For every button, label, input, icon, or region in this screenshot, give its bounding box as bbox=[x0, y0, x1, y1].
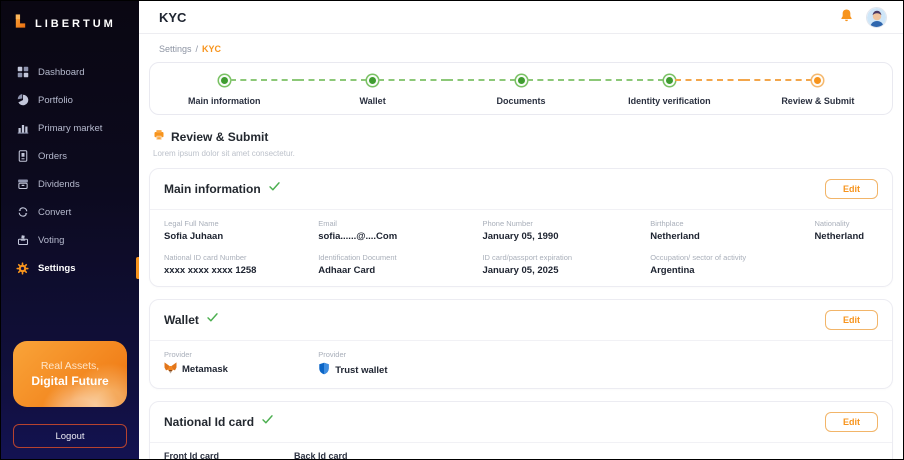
step-dot-done bbox=[369, 77, 376, 84]
step-label: Wallet bbox=[360, 96, 386, 106]
sidebar-item-label: Portfolio bbox=[38, 95, 73, 106]
edit-main-information-button[interactable]: Edit bbox=[825, 179, 878, 199]
sidebar-item-portfolio[interactable]: Portfolio bbox=[1, 86, 139, 114]
kyc-app-window: LIBERTUM Dashboard Portfolio Primary mar… bbox=[0, 0, 904, 460]
sidebar-item-orders[interactable]: Orders bbox=[1, 142, 139, 170]
portfolio-icon bbox=[16, 94, 29, 107]
wallet-card: Wallet Edit Provider Metamask Provider bbox=[149, 299, 893, 389]
step-dot-current bbox=[814, 77, 821, 84]
breadcrumb-separator: / bbox=[196, 44, 199, 54]
sidebar-item-settings[interactable]: Settings bbox=[1, 254, 139, 282]
step-identity-verification[interactable]: Identity verification bbox=[595, 73, 743, 106]
promo-line2: Digital Future bbox=[31, 374, 108, 388]
logo-text: LIBERTUM bbox=[35, 18, 116, 30]
step-wallet[interactable]: Wallet bbox=[298, 73, 446, 106]
step-main-information[interactable]: Main information bbox=[150, 73, 298, 106]
dividends-icon bbox=[16, 178, 29, 191]
content-area: Main information Wallet Documents Identi… bbox=[139, 62, 903, 460]
card-title: Wallet bbox=[164, 313, 199, 327]
step-label: Identity verification bbox=[628, 96, 711, 106]
sidebar-item-convert[interactable]: Convert bbox=[1, 198, 139, 226]
review-submit-icon bbox=[153, 128, 165, 146]
settings-icon bbox=[16, 262, 29, 275]
section-title: Review & Submit bbox=[171, 130, 268, 144]
sidebar-item-voting[interactable]: Voting bbox=[1, 226, 139, 254]
voting-icon bbox=[16, 234, 29, 247]
kyc-stepper: Main information Wallet Documents Identi… bbox=[149, 62, 893, 115]
check-icon bbox=[206, 311, 219, 329]
field-id-expiration: ID card/passport expiration January 05, … bbox=[482, 253, 650, 276]
breadcrumb-current: KYC bbox=[202, 44, 221, 54]
sidebar-item-label: Convert bbox=[38, 207, 71, 218]
section-subtitle: Lorem ipsum dolor sit amet consectetur. bbox=[153, 149, 889, 158]
sidebar-item-label: Settings bbox=[38, 263, 75, 274]
convert-icon bbox=[16, 206, 29, 219]
card-title: Main information bbox=[164, 182, 261, 196]
metamask-icon bbox=[164, 362, 177, 377]
step-dot-done bbox=[666, 77, 673, 84]
sidebar-item-dividends[interactable]: Dividends bbox=[1, 170, 139, 198]
user-avatar[interactable] bbox=[866, 7, 887, 28]
dashboard-icon bbox=[16, 66, 29, 79]
edit-national-id-button[interactable]: Edit bbox=[825, 412, 878, 432]
step-label: Documents bbox=[497, 96, 546, 106]
sidebar-item-label: Dividends bbox=[38, 179, 80, 190]
step-label: Main information bbox=[188, 96, 261, 106]
orders-icon bbox=[16, 150, 29, 163]
field-phone-number: Phone Number January 05, 1990 bbox=[482, 219, 650, 242]
field-provider-metamask: Provider Metamask bbox=[164, 350, 318, 378]
field-occupation: Occupation/ sector of activity Argentina bbox=[650, 253, 814, 276]
front-id-label: Front Id card bbox=[164, 451, 294, 460]
main-panel: KYC Settings / KYC Main information bbox=[139, 1, 903, 459]
sidebar-item-label: Primary market bbox=[38, 123, 102, 134]
notifications-bell-button[interactable] bbox=[839, 8, 854, 26]
field-nationality: Nationality Netherland bbox=[814, 219, 878, 242]
edit-wallet-button[interactable]: Edit bbox=[825, 310, 878, 330]
sidebar-item-label: Dashboard bbox=[38, 67, 84, 78]
promo-banner: Real Assets, Digital Future bbox=[13, 341, 127, 407]
breadcrumb: Settings / KYC bbox=[139, 34, 903, 62]
step-label: Review & Submit bbox=[781, 96, 854, 106]
topbar: KYC bbox=[139, 1, 903, 34]
sidebar: LIBERTUM Dashboard Portfolio Primary mar… bbox=[1, 1, 139, 459]
step-documents[interactable]: Documents bbox=[447, 73, 595, 106]
field-legal-full-name: Legal Full Name Sofia Juhaan bbox=[164, 219, 318, 242]
national-id-card: National Id card Edit Front Id card Back… bbox=[149, 401, 893, 460]
field-provider-trust-wallet: Provider Trust wallet bbox=[318, 350, 878, 378]
sidebar-nav: Dashboard Portfolio Primary market Order… bbox=[1, 58, 139, 282]
sidebar-item-label: Voting bbox=[38, 235, 64, 246]
card-title: National Id card bbox=[164, 415, 254, 429]
field-national-id-number: National ID card Number xxxx xxxx xxxx 1… bbox=[164, 253, 318, 276]
check-icon bbox=[261, 413, 274, 431]
app-logo[interactable]: LIBERTUM bbox=[1, 1, 139, 44]
main-information-card: Main information Edit Legal Full Name So… bbox=[149, 168, 893, 287]
page-title: KYC bbox=[159, 10, 186, 25]
logout-button[interactable]: Logout bbox=[13, 424, 127, 448]
sidebar-item-primary-market[interactable]: Primary market bbox=[1, 114, 139, 142]
section-header: Review & Submit bbox=[153, 128, 889, 146]
step-dot-done bbox=[518, 77, 525, 84]
field-birthplace: Birthplace Netherland bbox=[650, 219, 814, 242]
libertum-logo-icon bbox=[13, 13, 28, 34]
step-dot-done bbox=[221, 77, 228, 84]
step-review-submit[interactable]: Review & Submit bbox=[744, 73, 892, 106]
field-identification-document: Identification Document Adhaar Card bbox=[318, 253, 482, 276]
bell-icon bbox=[839, 8, 854, 26]
check-icon bbox=[268, 180, 281, 198]
promo-line1: Real Assets, bbox=[41, 360, 99, 372]
breadcrumb-parent[interactable]: Settings bbox=[159, 44, 192, 54]
back-id-label: Back Id card bbox=[294, 451, 424, 460]
trust-wallet-icon bbox=[318, 362, 330, 378]
primary-market-icon bbox=[16, 122, 29, 135]
sidebar-item-dashboard[interactable]: Dashboard bbox=[1, 58, 139, 86]
field-email: Email sofia......@....Com bbox=[318, 219, 482, 242]
sidebar-item-label: Orders bbox=[38, 151, 67, 162]
